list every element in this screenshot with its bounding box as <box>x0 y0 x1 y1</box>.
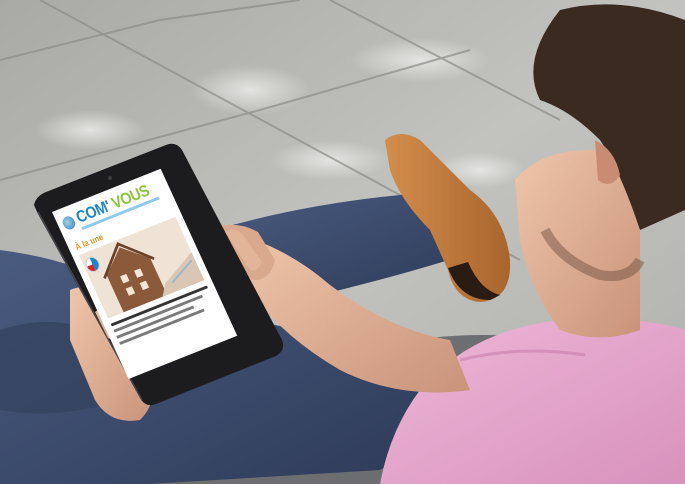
magazine-logo-icon <box>60 214 78 232</box>
photo-scene: COM' VOUS À la une <box>0 0 685 484</box>
